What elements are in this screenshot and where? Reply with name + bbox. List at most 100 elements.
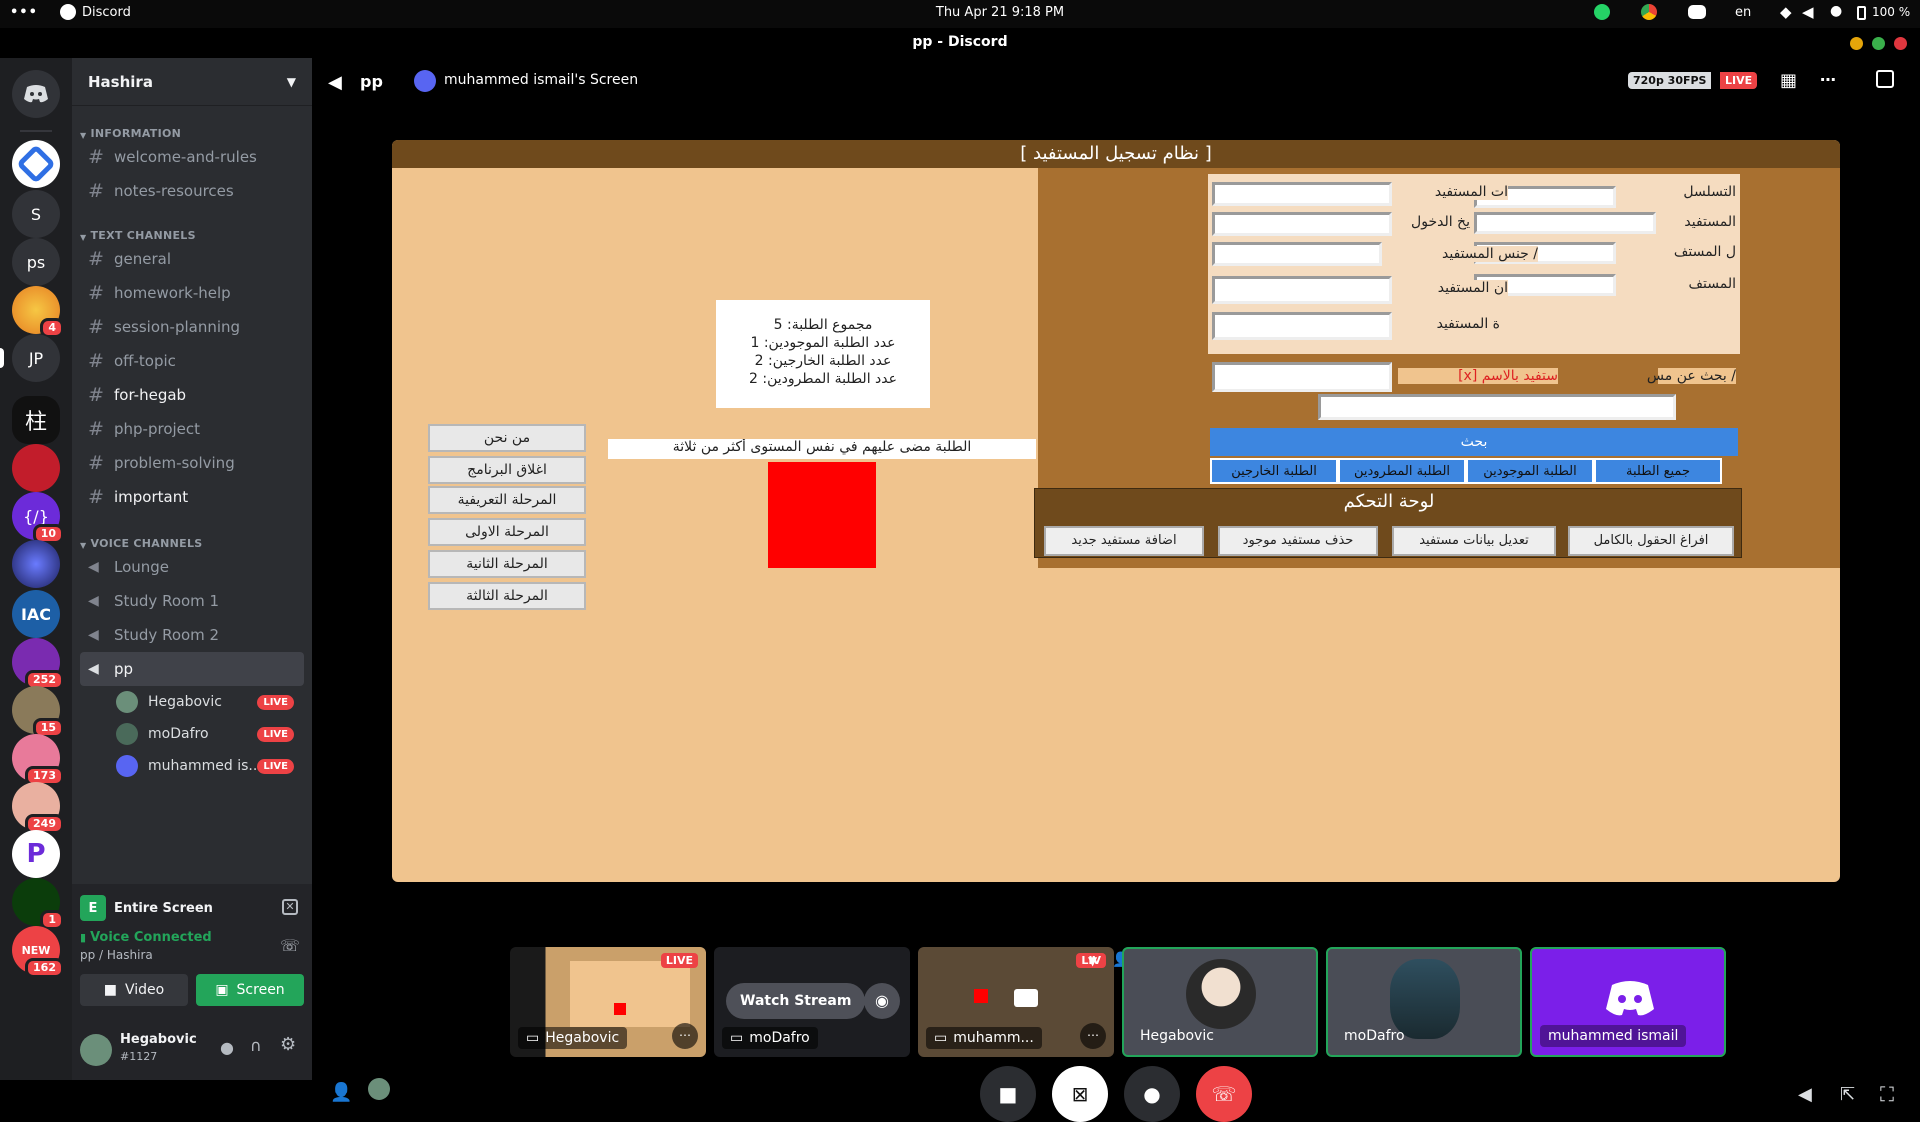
video-button[interactable]: ■ Video	[80, 974, 188, 1006]
server-icon-ps[interactable]: ps	[12, 238, 60, 286]
channel-session-planning[interactable]: # session-planning	[80, 310, 304, 344]
delete-beneficiary-button[interactable]: حذف مستفيد موجود	[1218, 526, 1378, 556]
microphone-button[interactable]: ●	[1124, 1066, 1180, 1122]
headphones-icon[interactable]: ∩	[250, 1036, 262, 1055]
minimize-button[interactable]	[1850, 37, 1863, 50]
server-icon-new[interactable]: NEW 162	[12, 926, 64, 978]
form-field[interactable]	[1212, 242, 1382, 266]
voice-channel-pp[interactable]: ◀ pp	[80, 652, 304, 686]
form-field[interactable]	[1212, 182, 1392, 206]
camera-button[interactable]: ■	[980, 1066, 1036, 1122]
participant-tile-hegabovic[interactable]: Hegabovic	[1122, 947, 1318, 1057]
add-friend-icon[interactable]: 👤	[330, 1082, 352, 1103]
tab-present[interactable]: الطلبة الموجودين	[1466, 458, 1594, 484]
stage-two-button[interactable]: المرحلة الثانية	[428, 550, 586, 578]
eye-icon[interactable]: ◉	[864, 983, 900, 1019]
channel-off-topic[interactable]: # off-topic	[80, 344, 304, 378]
gear-icon[interactable]: ⚙	[280, 1034, 296, 1055]
stream-quality-badge[interactable]: 720p 30FPS	[1628, 72, 1712, 89]
stream-tile-hegabovic[interactable]: LIVE ▭ Hegabovic ⋯	[510, 947, 706, 1057]
voice-user-muhammed[interactable]: muhammed is... LIVE	[72, 750, 312, 782]
chevron-down-icon[interactable]: ▼	[1088, 954, 1097, 968]
voice-channel-path[interactable]: pp / Hashira	[80, 948, 153, 962]
server-icon-p[interactable]: P	[12, 830, 60, 878]
form-field[interactable]	[1212, 312, 1392, 340]
username[interactable]: Hegabovic	[120, 1032, 197, 1047]
mic-icon[interactable]: ●	[220, 1038, 234, 1057]
inbox-icon[interactable]	[1876, 70, 1894, 88]
channel-important[interactable]: # important	[80, 480, 304, 514]
stop-screen-share-button[interactable]: ⊠	[1052, 1066, 1108, 1122]
channel-problem-solving[interactable]: # problem-solving	[80, 446, 304, 480]
disconnect-button[interactable]: ☏	[1196, 1066, 1252, 1122]
stream-tile-muhammed[interactable]: LIV ▭ muhamm... ⋯	[918, 947, 1114, 1057]
stage-one-button[interactable]: المرحلة الاولى	[428, 518, 586, 546]
voice-user-hegabovic[interactable]: Hegabovic LIVE	[72, 686, 312, 718]
tab-expelled[interactable]: الطلبة المطرودين	[1338, 458, 1466, 484]
channel-homework-help[interactable]: # homework-help	[80, 276, 304, 310]
disconnect-icon[interactable]: ☏	[280, 936, 300, 955]
volume-icon[interactable]: ◀	[1802, 3, 1814, 21]
keyboard-language[interactable]: en	[1735, 5, 1751, 20]
server-icon-code[interactable]: {/} 10	[12, 492, 64, 544]
avatar[interactable]	[368, 1078, 390, 1100]
battery-icon[interactable]	[1857, 6, 1866, 20]
activities-dots[interactable]: •••	[10, 5, 38, 20]
about-button[interactable]: من نحن	[428, 424, 586, 452]
home-discord-icon[interactable]	[12, 70, 60, 118]
category-information[interactable]: ▼ INFORMATION	[72, 112, 312, 140]
clear-fields-button[interactable]: افراغ الحقول بالكامل	[1568, 526, 1734, 556]
more-options-icon[interactable]: ⋯	[672, 1023, 698, 1049]
server-icon-girl[interactable]: 249	[12, 782, 64, 834]
voice-channel-study-room-2[interactable]: ◀ Study Room 2	[80, 618, 304, 652]
active-app-name[interactable]: Discord	[82, 5, 131, 20]
server-header[interactable]: Hashira ▼	[72, 58, 312, 106]
server-icon-s-logo[interactable]	[12, 140, 60, 188]
maximize-button[interactable]	[1872, 37, 1885, 50]
channel-php-project[interactable]: # php-project	[80, 412, 304, 446]
server-icon-jp[interactable]: JP	[12, 334, 60, 382]
intro-stage-button[interactable]: المرحلة التعريفية	[428, 486, 586, 514]
participant-tile-modafro[interactable]: moDafro	[1326, 947, 1522, 1057]
tab-graduates[interactable]: الطلبة الخارجين	[1210, 458, 1338, 484]
mic-tray-icon[interactable]: ●	[1830, 3, 1842, 19]
server-icon-pink[interactable]: 173	[12, 734, 64, 786]
voice-user-modafro[interactable]: moDafro LIVE	[72, 718, 312, 750]
search-name-field[interactable]	[1212, 362, 1392, 392]
channel-notes-resources[interactable]: # notes-resources	[80, 174, 304, 208]
search-button[interactable]: بحث	[1210, 428, 1738, 456]
screen-share-button[interactable]: ▣ Screen	[196, 974, 304, 1006]
window-title-bar[interactable]: pp - Discord	[0, 28, 1920, 58]
shared-screen[interactable]: [ نظام تسجيل المستفيد ] مجموع الطلبة: 5 …	[392, 140, 1840, 882]
discord-tray-icon[interactable]	[1688, 5, 1706, 19]
search-input[interactable]	[1318, 394, 1676, 420]
volume-icon[interactable]: ◀	[1798, 1084, 1812, 1105]
stream-tile-modafro[interactable]: Watch Stream ◉ ▭ moDafro	[714, 947, 910, 1057]
close-program-button[interactable]: اغلاق البرنامج	[428, 456, 586, 484]
participant-tile-muhammed[interactable]: muhammed ismail	[1530, 947, 1726, 1057]
stage-three-button[interactable]: المرحلة الثالثة	[428, 582, 586, 610]
fullscreen-icon[interactable]: ⛶	[1880, 1082, 1894, 1106]
channel-general[interactable]: # general	[80, 242, 304, 276]
server-icon-red[interactable]	[12, 444, 60, 492]
chrome-tray-icon[interactable]	[1641, 4, 1657, 20]
server-icon-purple[interactable]: 252	[12, 638, 64, 690]
server-icon-s[interactable]: S	[12, 190, 60, 238]
grid-layout-icon[interactable]: ▦	[1780, 70, 1797, 91]
voice-channel-lounge[interactable]: ◀ Lounge	[80, 550, 304, 584]
voice-channel-study-room-1[interactable]: ◀ Study Room 1	[80, 584, 304, 618]
tab-all-students[interactable]: جميع الطلبة	[1594, 458, 1722, 484]
server-icon-green[interactable]: 1	[12, 878, 64, 930]
stop-stream-icon[interactable]: ✕	[282, 899, 298, 915]
avatar[interactable]	[80, 1034, 112, 1066]
close-button[interactable]	[1894, 37, 1907, 50]
server-icon-galaxy[interactable]	[12, 540, 60, 588]
channel-for-hegab[interactable]: # for-hegab	[80, 378, 304, 412]
more-options-icon[interactable]: ⋯	[1080, 1023, 1106, 1049]
voice-connected-status[interactable]: ▮ Voice Connected	[80, 930, 212, 945]
server-icon-avatar[interactable]: 4	[12, 286, 64, 338]
server-icon-hashira[interactable]: 柱	[12, 396, 60, 444]
server-icon-iac[interactable]: IAC	[12, 590, 60, 638]
wifi-icon[interactable]: ◆	[1780, 3, 1792, 21]
clock[interactable]: Thu Apr 21 9:18 PM	[900, 5, 1100, 20]
